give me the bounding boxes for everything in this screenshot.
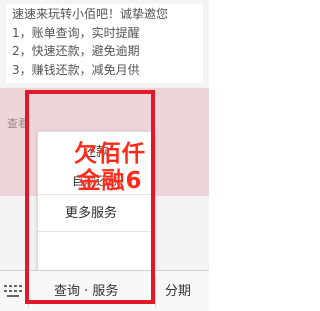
- message-line: 1，账单查询，实时提醒: [12, 25, 140, 40]
- tab-installment[interactable]: 分期: [165, 271, 191, 311]
- bar-divider: [155, 277, 156, 307]
- message-line: 速速来玩转小佰吧！诚挚邀您: [12, 7, 169, 21]
- message-line: 2，快速还款，避免逾期: [12, 44, 140, 58]
- message-line: 3，赚钱还款，减免月供: [12, 62, 140, 77]
- highlight-frame: [25, 90, 155, 304]
- chat-message-bubble: 速速来玩转小佰吧！诚挚邀您 1，账单查询，实时提醒 2，快速还款，避免逾期 3，…: [6, 4, 203, 83]
- keyboard-icon[interactable]: [4, 285, 22, 297]
